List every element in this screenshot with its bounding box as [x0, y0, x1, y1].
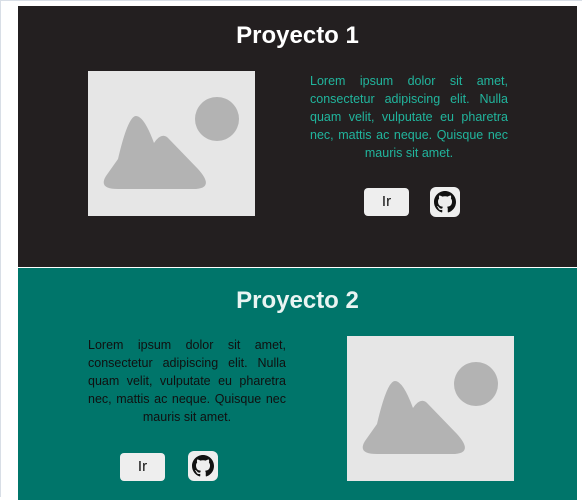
github-link[interactable] [430, 187, 460, 217]
go-button[interactable]: Ir [120, 453, 165, 481]
image-placeholder-icon [88, 71, 255, 216]
go-button[interactable]: Ir [364, 188, 409, 216]
github-link[interactable] [188, 451, 218, 481]
project-title: Proyecto 2 [236, 287, 359, 314]
github-icon [434, 191, 456, 213]
project-title: Proyecto 1 [236, 22, 359, 49]
github-icon [192, 455, 214, 477]
image-placeholder-icon [347, 336, 514, 481]
project-description: Lorem ipsum dolor sit amet, consectetur … [310, 74, 508, 160]
project-card-2: Proyecto 2 Lorem ipsum dolor sit amet, c… [18, 268, 577, 500]
project-description: Lorem ipsum dolor sit amet, consectetur … [88, 338, 286, 424]
project-card-1: Proyecto 1 Lorem ipsum dolor sit amet, c… [18, 6, 577, 267]
page-frame: Proyecto 1 Lorem ipsum dolor sit amet, c… [0, 0, 582, 500]
